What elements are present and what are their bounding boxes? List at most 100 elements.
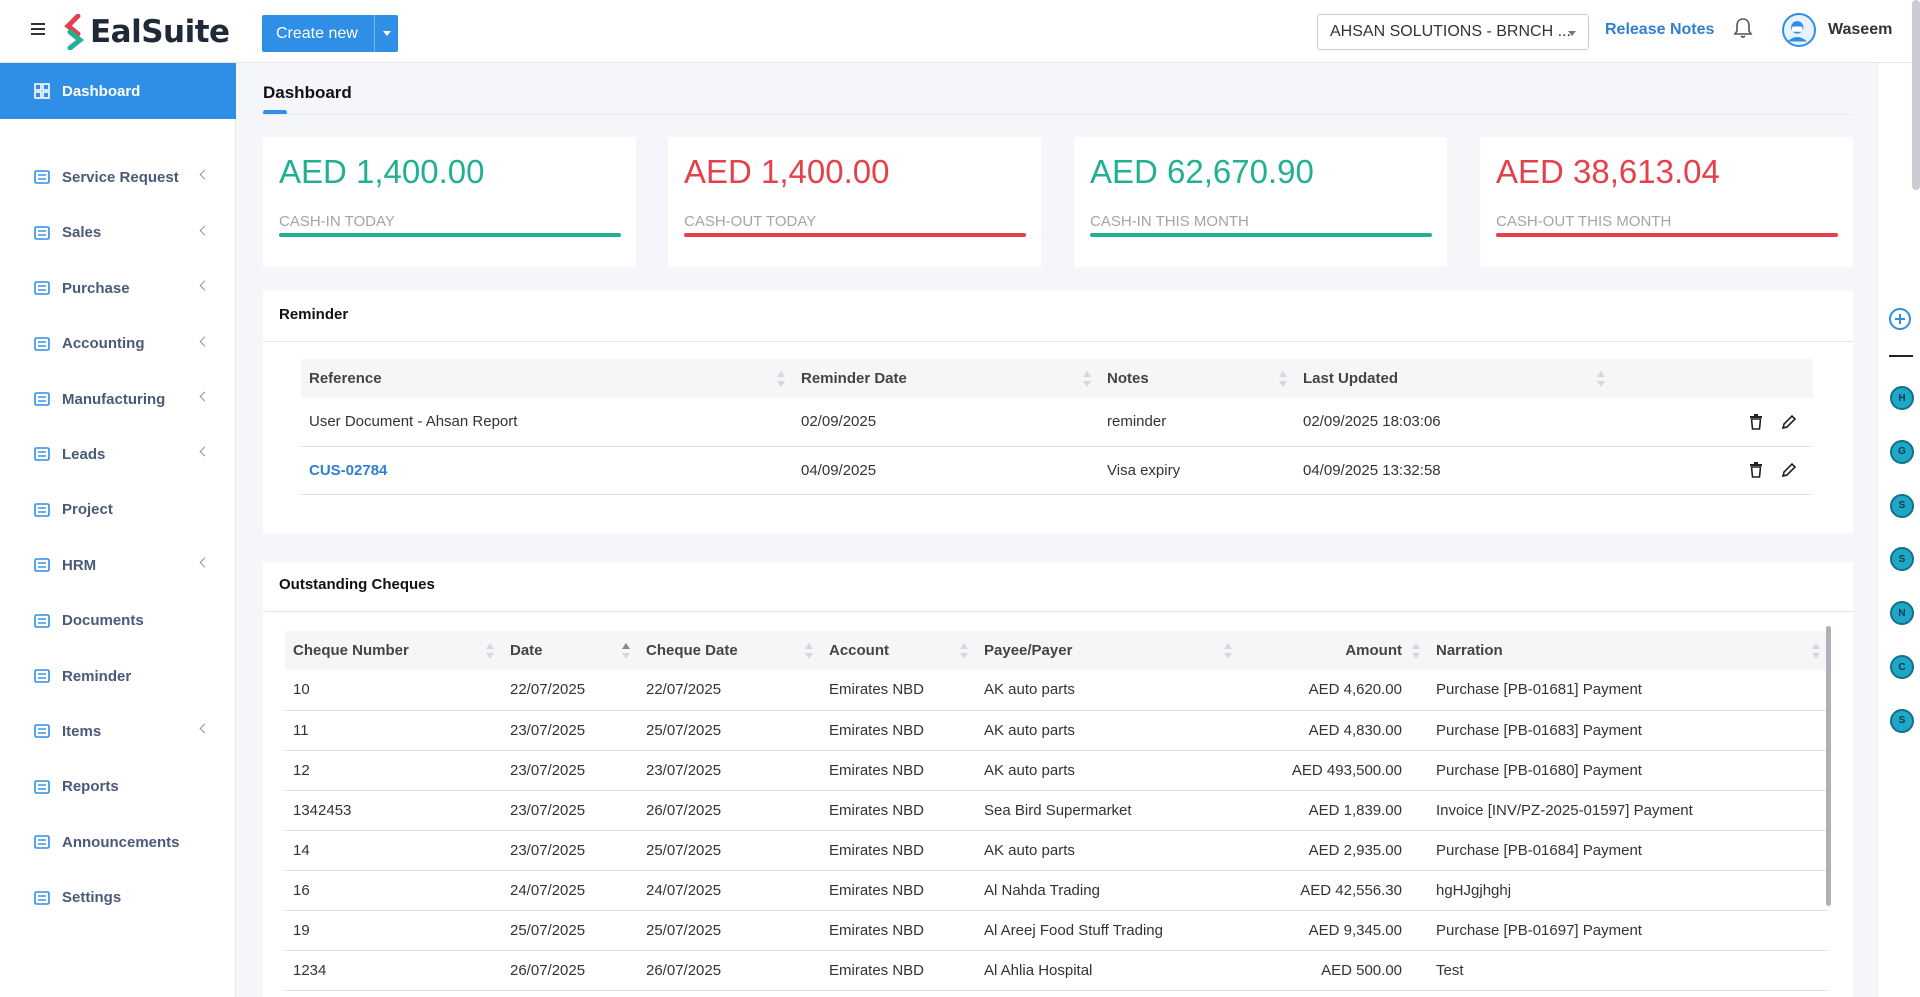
table-row[interactable]: 1342453 23/07/2025 26/07/2025 Emirates NBD S… (285, 790, 1828, 831)
table-row[interactable]: 19 25/07/2025 25/07/2025 Emirates NBD Al Are… (285, 910, 1828, 951)
edit-icon[interactable] (1781, 462, 1797, 478)
stat-value: AED 1,400.00 (279, 153, 485, 190)
reminder-reference[interactable]: CUS-02784 (309, 462, 387, 479)
cheque-payee: Al Areej Food Stuff Trading (976, 910, 1240, 951)
sidebar-item-manufacturing[interactable]: Manufacturing (0, 372, 236, 426)
cheque-narration: Purchase [PB-01681] Payment (1428, 670, 1828, 711)
cheque-payee: Al Nahda Trading (976, 870, 1240, 911)
cheque-cheque-date: 25/07/2025 (638, 910, 821, 951)
brand-logo[interactable]: EalSuite (62, 12, 230, 52)
bell-icon[interactable] (1733, 17, 1753, 39)
user-avatar-icon (1787, 21, 1807, 42)
reminder-notes: Visa expiry (1099, 446, 1295, 495)
column-header-payee-payer[interactable]: Payee/Payer (976, 631, 1240, 670)
chevron-down-icon (1568, 31, 1576, 36)
rail-avatar[interactable]: S (1890, 708, 1914, 733)
rail-avatar[interactable]: S (1890, 493, 1914, 518)
cheque-narration: Purchase [PB-01697] Payment (1428, 910, 1828, 951)
table-row[interactable]: 10 22/07/2025 22/07/2025 Emirates NBD AK aut… (285, 670, 1828, 711)
menu-icon[interactable] (31, 20, 49, 38)
sidebar-item-sales[interactable]: Sales (0, 206, 236, 260)
cheque-date: 24/07/2025 (502, 870, 638, 911)
release-notes-link[interactable]: Release Notes (1605, 21, 1714, 39)
rail-avatar[interactable]: C (1890, 655, 1914, 679)
table-row[interactable]: 12 23/07/2025 23/07/2025 Emirates NBD AK aut… (285, 750, 1828, 791)
cheque-cheque-date: 22/07/2025 (638, 670, 821, 711)
column-header-reference[interactable]: Reference (301, 359, 793, 398)
column-header-reminder-date[interactable]: Reminder Date (793, 359, 1099, 398)
page-scrollbar[interactable] (1912, 0, 1920, 190)
panel-divider (263, 611, 1853, 612)
sidebar-item-label: Documents (62, 612, 144, 630)
trash-icon[interactable] (1749, 413, 1763, 430)
cheque-amount: AED 9,345.00 (1240, 910, 1428, 951)
avatar[interactable] (1782, 13, 1816, 47)
sidebar-item-items[interactable]: Items (0, 704, 236, 758)
cheque-amount: AED 4,830.00 (1240, 710, 1428, 751)
documents-icon (34, 613, 50, 628)
cheque-cheque-date: 25/07/2025 (638, 710, 821, 751)
sidebar-item-announcements[interactable]: Announcements (0, 815, 236, 869)
table-row[interactable]: 11 23/07/2025 25/07/2025 Emirates NBD AK aut… (285, 710, 1828, 751)
sidebar-item-project[interactable]: Project (0, 483, 236, 537)
company-select-value: AHSAN SOLUTIONS - BRNCH ... (1330, 23, 1571, 40)
sidebar-item-settings[interactable]: Settings (0, 871, 236, 925)
create-new-button[interactable]: Create new (262, 15, 398, 52)
purchase-icon (34, 281, 50, 295)
create-new-dropdown[interactable] (374, 15, 398, 52)
table-scrollbar[interactable] (1826, 626, 1831, 906)
chevron-left-icon (199, 225, 210, 236)
rail-avatar[interactable]: H (1890, 386, 1914, 410)
sidebar-item-documents[interactable]: Documents (0, 594, 236, 648)
cheque-amount: AED 42,556.30 (1240, 870, 1428, 911)
column-header-cheque-number[interactable]: Cheque Number (285, 631, 502, 670)
reminder-title: Reminder (279, 306, 349, 323)
create-new-label: Create new (276, 24, 358, 42)
accounting-icon (34, 336, 50, 351)
sidebar-item-hrm[interactable]: HRM (0, 538, 236, 592)
column-header-date[interactable]: Date (502, 631, 638, 670)
add-icon[interactable] (1889, 308, 1911, 330)
stat-card-cash-in-this-month: AED 62,670.90 CASH-IN THIS MONTH (1074, 137, 1447, 267)
trash-icon[interactable] (1749, 462, 1763, 478)
table-row[interactable]: 1234 26/07/2025 26/07/2025 Emirates NBD Al A… (285, 950, 1828, 991)
rail-avatar[interactable]: S (1890, 547, 1914, 572)
sidebar-item-dashboard[interactable]: Dashboard (0, 63, 236, 119)
sidebar-item-reminder[interactable]: Reminder (0, 649, 236, 703)
column-header-cheque-date[interactable]: Cheque Date (638, 631, 821, 670)
reminder-date: 04/09/2025 (793, 446, 1099, 495)
sidebar-item-leads[interactable]: Leads (0, 427, 236, 481)
column-header-amount[interactable]: Amount (1240, 631, 1428, 670)
edit-icon[interactable] (1781, 414, 1797, 430)
rail-avatar[interactable]: G (1890, 439, 1914, 464)
sidebar-item-service-request[interactable]: Service Request (0, 150, 236, 204)
column-header-last-updated[interactable]: Last Updated (1295, 359, 1613, 398)
column-header-notes[interactable]: Notes (1099, 359, 1295, 398)
reminder-panel: Reminder Reference Reminder Date Notes L… (263, 291, 1853, 533)
top-bar: EalSuite Create new AHSAN SOLUTIONS - BR… (0, 0, 1920, 63)
stat-bar (684, 233, 1026, 237)
table-row[interactable]: 14 23/07/2025 25/07/2025 Emirates NBD AK aut… (285, 830, 1828, 871)
cheques-title: Outstanding Cheques (279, 576, 435, 593)
user-name[interactable]: Waseem (1828, 21, 1892, 39)
cheque-number: 1234 (285, 950, 502, 991)
rail-avatar[interactable]: N (1890, 601, 1914, 626)
sidebar-item-label: Reminder (62, 667, 132, 685)
table-row[interactable]: 16 24/07/2025 24/07/2025 Emirates NBD Al Nah… (285, 870, 1828, 911)
manufacturing-icon (34, 392, 50, 406)
row-actions (1621, 462, 1805, 478)
company-select[interactable]: AHSAN SOLUTIONS - BRNCH ... (1317, 14, 1589, 50)
stat-bar (1496, 233, 1838, 237)
reminder-date: 02/09/2025 (793, 398, 1099, 447)
sidebar-item-accounting[interactable]: Accounting (0, 317, 236, 371)
cheque-cheque-date: 25/07/2025 (638, 830, 821, 871)
page-title: Dashboard (263, 83, 352, 102)
stat-label: CASH-OUT TODAY (684, 213, 817, 230)
column-header-account[interactable]: Account (821, 631, 976, 670)
sidebar-item-reports[interactable]: Reports (0, 760, 236, 814)
chevron-left-icon (199, 723, 210, 734)
cheque-payee: AK auto parts (976, 710, 1240, 751)
column-header-narration[interactable]: Narration (1428, 631, 1828, 670)
sidebar: Dashboard Service Request Sales Purchase Acc… (0, 63, 236, 997)
sidebar-item-purchase[interactable]: Purchase (0, 261, 236, 315)
